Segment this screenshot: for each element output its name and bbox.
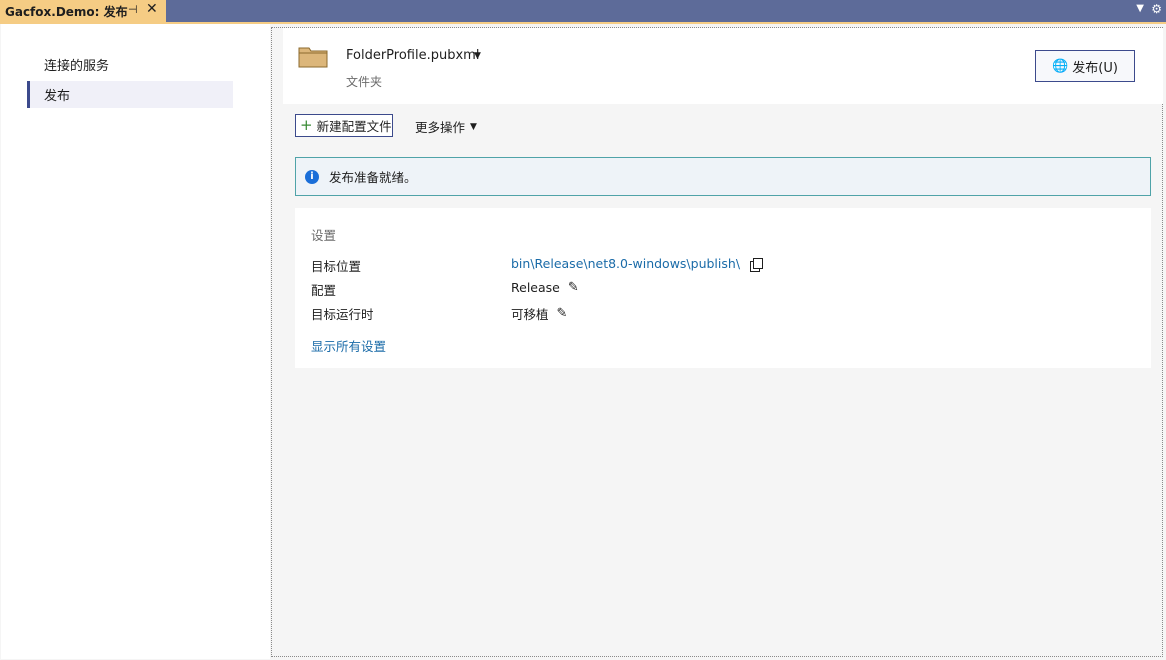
chevron-down-icon: ▼ (470, 121, 477, 132)
more-actions-menu[interactable]: 更多操作 ▼ (415, 117, 477, 136)
nav-item-connected-services[interactable]: 连接的服务 (27, 51, 233, 78)
setting-label-target-location: 目标位置 (311, 259, 362, 274)
publish-button[interactable]: 🌐 发布(U) (1035, 50, 1135, 82)
settings-card (295, 208, 1151, 368)
setting-label-configuration: 配置 (311, 283, 337, 298)
setting-value-target-runtime: 可移植 ✎ (511, 304, 567, 323)
configuration-value: Release (511, 280, 560, 295)
profile-type: 文件夹 (346, 75, 383, 89)
nav-item-label: 连接的服务 (44, 59, 110, 74)
left-navigation: 连接的服务 发布 (1, 24, 270, 659)
profile-header-card (283, 28, 1163, 104)
nav-item-publish[interactable]: 发布 (27, 81, 233, 108)
info-icon: i (305, 169, 319, 184)
globe-icon: 🌐 (1052, 58, 1069, 74)
more-actions-label: 更多操作 (415, 120, 466, 135)
document-tab-strip: Gacfox.Demo: 发布 ⊣ ✕ ▼ ⚙ (0, 0, 1166, 22)
gear-icon[interactable]: ⚙ (1151, 2, 1162, 16)
document-tab[interactable]: Gacfox.Demo: 发布 ⊣ ✕ (0, 0, 166, 22)
pin-icon[interactable]: ⊣ (128, 3, 138, 16)
profile-selector[interactable]: FolderProfile.pubxml (346, 48, 479, 63)
setting-label-target-runtime: 目标运行时 (311, 307, 374, 322)
target-location-link[interactable]: bin\Release\net8.0-windows\publish\ (511, 256, 740, 271)
info-message: 发布准备就绪。 (329, 170, 417, 185)
nav-item-label: 发布 (44, 89, 71, 104)
new-profile-label: 新建配置文件 (316, 119, 392, 134)
document-tab-title: Gacfox.Demo: 发布 (5, 4, 128, 19)
edit-icon[interactable]: ✎ (557, 306, 568, 321)
target-runtime-value: 可移植 (511, 307, 549, 322)
show-all-settings-link[interactable]: 显示所有设置 (311, 336, 386, 355)
publish-ready-infobar: i 发布准备就绪。 (295, 157, 1151, 196)
chevron-down-icon[interactable]: ▼ (474, 51, 481, 61)
publish-button-label: 发布(U) (1072, 60, 1118, 76)
edit-icon[interactable]: ✎ (568, 280, 579, 295)
setting-value-configuration: Release ✎ (511, 280, 579, 295)
folder-icon (298, 47, 328, 68)
tab-list-dropdown-icon[interactable]: ▼ (1136, 3, 1144, 14)
plus-icon: + (300, 116, 313, 134)
new-profile-button[interactable]: + 新建配置文件 (295, 114, 393, 137)
setting-value-target-location: bin\Release\net8.0-windows\publish\ (511, 256, 764, 272)
close-icon[interactable]: ✕ (146, 1, 158, 17)
settings-title: 设置 (311, 228, 337, 243)
copy-icon[interactable] (750, 257, 764, 272)
